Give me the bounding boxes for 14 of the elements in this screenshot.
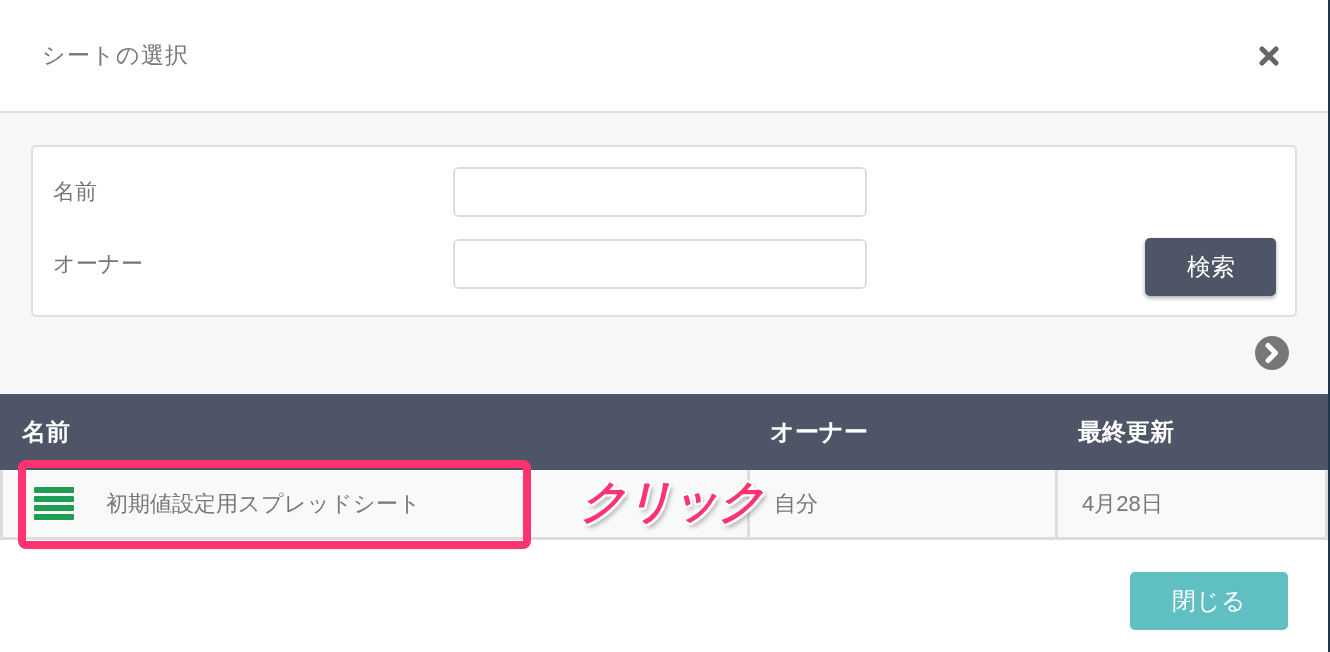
cell-text: 初期値設定用スプレッドシート	[106, 489, 421, 518]
field-label: 名前	[53, 178, 97, 206]
dialog-title: シートの選択	[42, 41, 189, 70]
column-header[interactable]: 最終更新	[1058, 416, 1174, 448]
column-header[interactable]: オーナー	[750, 416, 868, 448]
column-header[interactable]: 名前	[2, 416, 70, 448]
field-label: オーナー	[53, 250, 143, 278]
close-icon[interactable]	[1259, 45, 1279, 66]
list-icon	[34, 487, 74, 520]
input-field[interactable]	[453, 167, 867, 217]
chevron-right-icon[interactable]	[1255, 336, 1289, 370]
input-field[interactable]	[453, 239, 867, 289]
search-button[interactable]: 検索	[1145, 238, 1276, 296]
table-cell: 4月28日	[1058, 470, 1328, 540]
